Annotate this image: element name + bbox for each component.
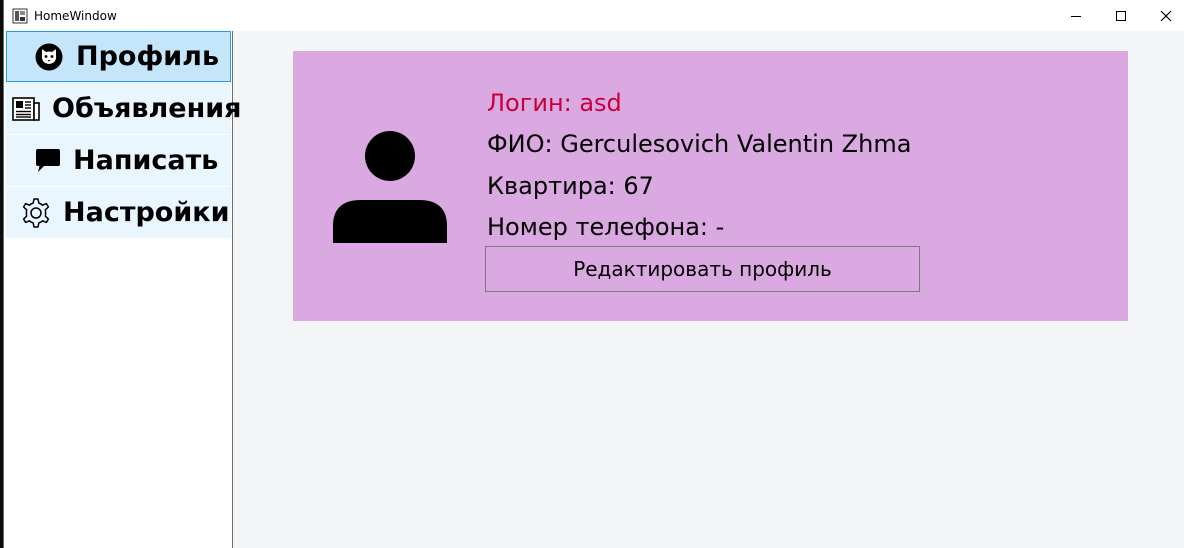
phone-text: Номер телефона: - (487, 213, 725, 241)
maximize-icon (1116, 10, 1126, 21)
user-silhouette-icon (333, 128, 447, 243)
apartment-text: Квартира: 67 (487, 172, 654, 200)
gear-icon (20, 197, 52, 229)
title-bar[interactable]: HomeWindow (4, 0, 1184, 31)
sidebar-item-label: Объявления (52, 92, 242, 124)
close-button[interactable] (1143, 0, 1184, 31)
sidebar-item-write[interactable]: Написать (6, 135, 231, 186)
app-icon (12, 8, 28, 24)
login-text: Логин: asd (487, 89, 622, 117)
client-area: Профиль Объявления Написать Настройки Ло… (4, 31, 1184, 548)
full-name-text: ФИО: Gerculesovich Valentin Zhma (487, 130, 912, 158)
minimize-icon (1071, 15, 1081, 17)
edit-profile-button[interactable]: Редактировать профиль (485, 246, 920, 292)
window-title: HomeWindow (34, 9, 117, 23)
minimize-button[interactable] (1053, 0, 1099, 31)
sidebar-item-label: Настройки (63, 196, 230, 228)
speech-bubble-icon (32, 145, 64, 177)
cat-face-icon (33, 41, 65, 73)
sidebar-nav: Профиль Объявления Написать Настройки (4, 31, 242, 548)
newspaper-icon (10, 93, 42, 125)
sidebar-item-label: Написать (73, 144, 219, 176)
sidebar-item-settings[interactable]: Настройки (6, 187, 231, 238)
profile-card: Логин: asd ФИО: Gerculesovich Valentin Z… (293, 51, 1128, 321)
sidebar-item-announcements[interactable]: Объявления (6, 83, 242, 134)
close-icon (1160, 10, 1172, 21)
home-window: HomeWindow Профиль Объявления Написать Н… (3, 0, 1184, 548)
maximize-button[interactable] (1098, 0, 1144, 31)
sidebar-item-profile[interactable]: Профиль (6, 31, 231, 82)
sidebar-item-label: Профиль (76, 40, 220, 72)
